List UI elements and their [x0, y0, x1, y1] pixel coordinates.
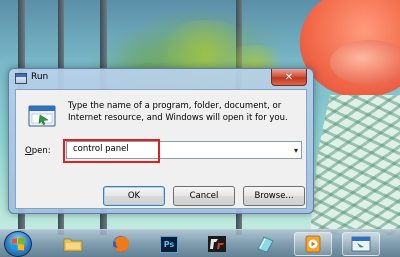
run-dialog: Run ✕ Type the name of a program, folder…	[8, 68, 314, 214]
media-player-icon	[305, 235, 321, 253]
browse-button[interactable]: Browse...	[243, 186, 305, 206]
taskbar: Ps	[0, 229, 400, 257]
wallpaper-character-shirt	[310, 95, 400, 235]
open-label: Open:	[25, 146, 51, 156]
dialog-title: Run	[31, 72, 49, 82]
taskbar-run-window[interactable]	[342, 232, 380, 256]
taskbar-file-explorer[interactable]	[54, 232, 92, 256]
open-input[interactable]: control panel	[73, 144, 129, 154]
run-program-icon	[28, 105, 56, 127]
taskbar-crossfire[interactable]	[198, 232, 236, 256]
cancel-button[interactable]: Cancel	[173, 186, 235, 206]
ok-button[interactable]: OK	[103, 186, 165, 206]
dialog-body: Type the name of a program, folder, docu…	[15, 89, 307, 209]
title-bar[interactable]: Run ✕	[9, 69, 313, 89]
run-window-icon	[15, 73, 27, 84]
taskbar-firefox[interactable]	[102, 232, 140, 256]
start-button[interactable]	[4, 231, 32, 257]
open-combobox[interactable]: control panel ▾	[66, 141, 302, 159]
run-window-icon	[351, 236, 371, 252]
open-label-accelerator: O	[25, 146, 32, 156]
taskbar-photoshop[interactable]: Ps	[150, 232, 188, 256]
firefox-icon	[113, 236, 129, 252]
wallpaper-character-hair	[330, 40, 400, 85]
taskbar-media-player[interactable]	[294, 232, 332, 256]
windows-start-icon	[12, 237, 24, 251]
taskbar-notepad[interactable]	[246, 232, 284, 256]
file-explorer-icon	[63, 238, 83, 252]
open-label-text: pen:	[31, 146, 51, 156]
close-icon: ✕	[284, 71, 294, 83]
dialog-description: Type the name of a program, folder, docu…	[68, 101, 288, 123]
close-button[interactable]: ✕	[271, 69, 307, 86]
photoshop-icon: Ps	[160, 235, 178, 253]
crossfire-icon	[208, 236, 226, 252]
chevron-down-icon[interactable]: ▾	[294, 146, 298, 155]
notepad-icon	[257, 236, 274, 253]
